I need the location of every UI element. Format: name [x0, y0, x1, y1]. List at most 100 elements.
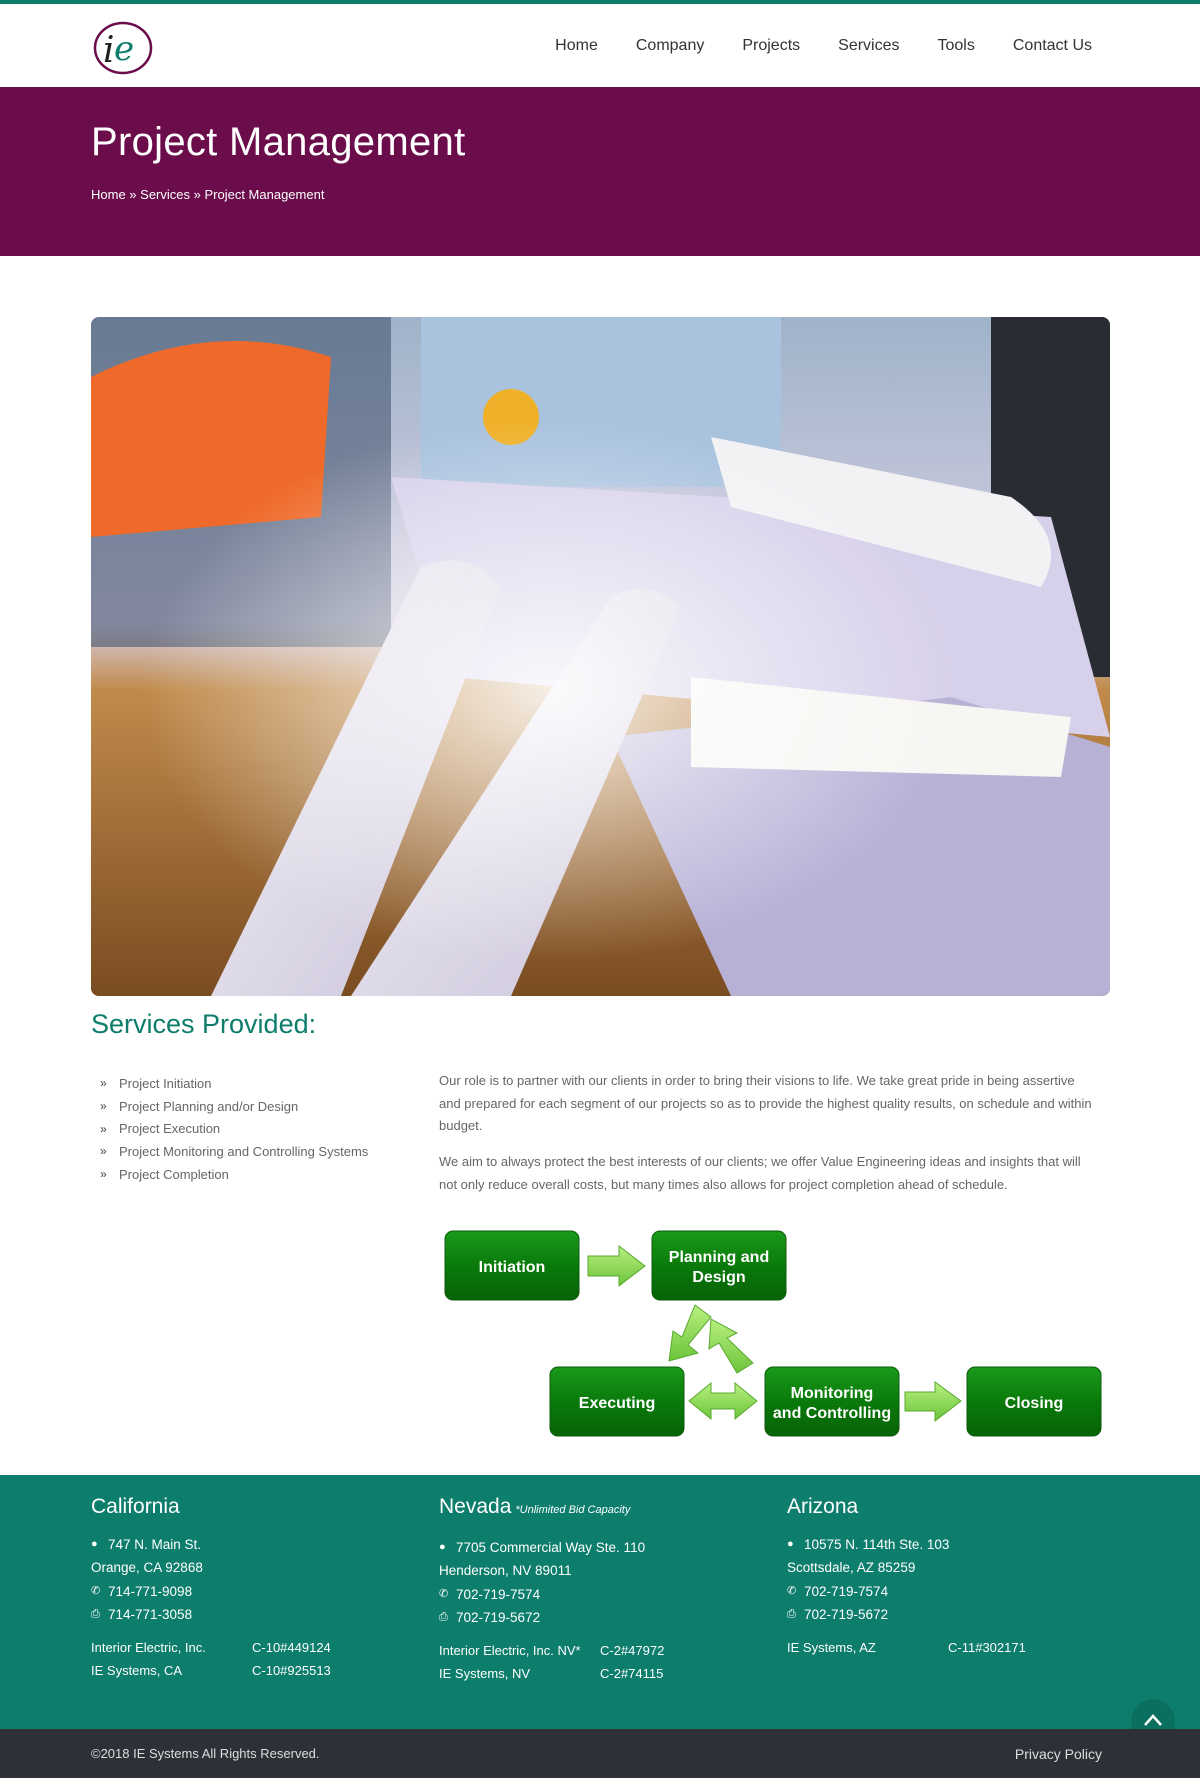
page-title: Project Management: [91, 120, 466, 164]
breadcrumb-home[interactable]: Home: [91, 187, 126, 202]
monitoring-label-line2: and Controlling: [773, 1405, 891, 1422]
closing-label: Closing: [1005, 1395, 1064, 1412]
office-title: Arizona: [787, 1495, 859, 1518]
arizona-office: Arizona ● 10575 N. 114th Ste. 103 Scottsd…: [787, 1495, 1117, 1660]
list-item: » Project Initiation: [100, 1072, 368, 1095]
nevada-office: Nevada *Unlimited Bid Capacity ● 7705 Comm…: [439, 1495, 769, 1686]
fax-icon: ⎙: [91, 1607, 100, 1620]
chevron-right-icon: »: [100, 1076, 107, 1091]
address-line: ● 10575 N. 114th Ste. 103: [787, 1533, 1117, 1556]
value-paragraph: We aim to always protect the best intere…: [439, 1154, 1081, 1192]
nav-home[interactable]: Home: [555, 37, 598, 55]
license-name: Interior Electric, Inc.: [91, 1640, 206, 1656]
chevron-right-icon: »: [100, 1167, 107, 1182]
nav-company[interactable]: Company: [636, 37, 704, 55]
svg-text:i: i: [103, 30, 115, 71]
license-name: Interior Electric, Inc. NV*: [439, 1643, 581, 1659]
fax-line: ⎙ 714-771-3058: [91, 1603, 421, 1626]
page-banner: Project Management Home » Services » Pro…: [0, 87, 1200, 256]
license-number: C-10#925513: [252, 1662, 331, 1678]
arrow-right-icon: [904, 1381, 962, 1423]
process-diagram: Initiation Planning and Design Executing…: [444, 1230, 1102, 1437]
breadcrumb-current: Project Management: [204, 187, 325, 202]
fax-line: ⎙ 702-719-5672: [787, 1603, 1117, 1626]
breadcrumb: Home » Services » Project Management: [91, 187, 324, 202]
hero-photo: [91, 317, 1110, 996]
phone-line: ✆ 702-719-7574: [439, 1583, 769, 1606]
footer-bottom-bar: ©2018 IE Systems All Rights Reserved. Pr…: [0, 1729, 1200, 1778]
phone-number[interactable]: 714-771-9098: [108, 1580, 192, 1603]
chevron-right-icon: »: [100, 1099, 107, 1114]
phone-line: ✆ 714-771-9098: [91, 1580, 421, 1603]
fax-number: 702-719-5672: [456, 1609, 541, 1625]
license-row: Interior Electric, Inc. C-10#449124: [91, 1637, 421, 1660]
chevron-up-icon: [1144, 1714, 1162, 1726]
fax-line: ⎙ 702-719-5672: [439, 1606, 769, 1629]
site-header: i e Home Company Projects Services Tools…: [0, 4, 1200, 87]
office-title: California: [91, 1495, 180, 1518]
arrow-up-left-icon: [708, 1318, 754, 1374]
address-street: 747 N. Main St.: [108, 1537, 202, 1552]
address-street: 10575 N. 114th Ste. 103: [804, 1537, 950, 1552]
initiation-label: Initiation: [479, 1259, 546, 1276]
list-item: » Project Monitoring and Controlling Syst…: [100, 1140, 368, 1163]
address-city: Orange, CA 92868: [91, 1560, 203, 1576]
address-street: 7705 Commercial Way Ste. 110: [456, 1540, 646, 1555]
bid-capacity-note: *Unlimited Bid Capacity: [515, 1504, 631, 1516]
phone-icon: ✆: [439, 1587, 449, 1600]
license-number: C-2#74115: [600, 1665, 664, 1681]
license-number: C-10#449124: [252, 1640, 331, 1656]
phone-line: ✆ 702-719-7574: [787, 1580, 1117, 1603]
california-office: California ● 747 N. Main St. Orange, CA 9…: [91, 1495, 421, 1683]
license-number: C-2#47972: [600, 1643, 665, 1659]
privacy-policy-link[interactable]: Privacy Policy: [1015, 1746, 1102, 1762]
arrow-down-left-icon: [668, 1304, 712, 1362]
address-line: ● 7705 Commercial Way Ste. 110: [439, 1536, 769, 1559]
license-list: Interior Electric, Inc. C-10#449124 IE Sy…: [91, 1637, 421, 1682]
list-item-label: Project Completion: [119, 1166, 229, 1182]
license-row: Interior Electric, Inc. NV* C-2#47972: [439, 1640, 769, 1663]
arrow-both-icon: [688, 1381, 758, 1421]
fax-icon: ⎙: [439, 1610, 448, 1623]
phone-number[interactable]: 702-719-7574: [804, 1580, 888, 1603]
ie-logo[interactable]: i e: [92, 20, 154, 76]
license-row: IE Systems, NV C-2#74115: [439, 1663, 769, 1686]
chevron-right-icon: »: [100, 1121, 107, 1136]
address-city: Scottsdale, AZ 85259: [787, 1560, 916, 1576]
list-item-label: Project Execution: [119, 1121, 221, 1137]
main-nav: Home Company Projects Services Tools Con…: [517, 4, 1092, 87]
list-item-label: Project Planning and/or Design: [119, 1098, 299, 1114]
fax-number: 702-719-5672: [804, 1606, 889, 1622]
intro-paragraph: Our role is to partner with our clients …: [439, 1073, 1092, 1134]
phone-number[interactable]: 702-719-7574: [456, 1583, 540, 1606]
fax-icon: ⎙: [787, 1607, 796, 1620]
nav-services[interactable]: Services: [838, 37, 899, 55]
breadcrumb-separator: »: [125, 187, 141, 202]
executing-label: Executing: [579, 1395, 655, 1412]
office-title-text: Nevada: [439, 1495, 512, 1518]
phone-icon: ✆: [787, 1584, 797, 1597]
license-list: Interior Electric, Inc. NV* C-2#47972 IE …: [439, 1640, 769, 1685]
fax-number: 714-771-3058: [108, 1606, 193, 1622]
nav-projects[interactable]: Projects: [742, 37, 800, 55]
svg-text:e: e: [114, 29, 134, 69]
monitoring-label-line1: Monitoring: [791, 1385, 874, 1402]
list-item-label: Project Initiation: [119, 1075, 212, 1091]
license-name: IE Systems, AZ: [787, 1640, 876, 1656]
nav-tools[interactable]: Tools: [938, 37, 975, 55]
nav-contact-us[interactable]: Contact Us: [1013, 37, 1092, 55]
services-list: » Project Initiation » Project Planning an…: [100, 1072, 368, 1185]
services-title: Services Provided:: [91, 1009, 317, 1039]
phone-icon: ✆: [91, 1584, 101, 1597]
license-name: IE Systems, NV: [439, 1665, 531, 1681]
license-name: IE Systems, CA: [91, 1662, 183, 1678]
list-item: » Project Planning and/or Design: [100, 1095, 368, 1118]
office-title: Nevada *Unlimited Bid Capacity: [439, 1495, 769, 1519]
breadcrumb-services[interactable]: Services: [140, 187, 190, 202]
license-row: IE Systems, AZ C-11#302171: [787, 1637, 1117, 1660]
list-item: » Project Execution: [100, 1117, 368, 1140]
list-item-label: Project Monitoring and Controlling Syste…: [119, 1143, 369, 1159]
license-number: C-11#302171: [948, 1640, 1026, 1656]
copyright-text: ©2018 IE Systems All Rights Reserved.: [91, 1746, 320, 1761]
map-pin-icon: ●: [787, 1538, 794, 1550]
